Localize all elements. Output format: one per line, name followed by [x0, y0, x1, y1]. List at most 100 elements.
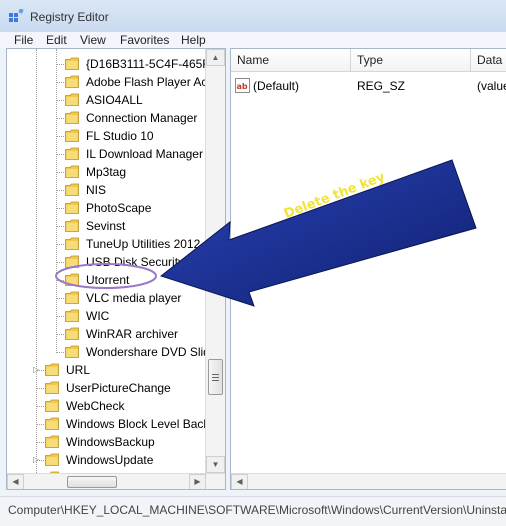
registry-editor-icon	[9, 9, 24, 22]
tree-connector	[57, 244, 64, 245]
folder-icon	[65, 309, 79, 322]
title-bar: Registry Editor	[0, 0, 506, 32]
tree-vertical-scrollbar[interactable]: ▲ ▼	[205, 49, 225, 473]
tree-node-label: TuneUp Utilities 2012	[86, 237, 201, 251]
folder-icon	[65, 57, 79, 70]
value-data: (value	[477, 79, 506, 93]
tree-node-label: UserPictureChange	[66, 381, 171, 395]
value-type: REG_SZ	[357, 79, 406, 93]
tree-node-label: URL	[66, 363, 91, 377]
tree-node-label: WindowsUpdate	[66, 453, 154, 467]
values-list[interactable]: Name Type Data ab (Default) REG_SZ (valu…	[230, 48, 506, 490]
tree-connector	[37, 424, 44, 425]
scroll-right-icon[interactable]: ▶	[189, 474, 206, 489]
tree-guide-line	[36, 49, 37, 479]
tree-node-label: {D16B3111-5C4F-465F-	[86, 57, 214, 71]
folder-icon	[65, 93, 79, 106]
tree-connector	[57, 334, 64, 335]
folder-icon	[65, 345, 79, 358]
list-scroll-left-icon[interactable]: ◀	[231, 474, 248, 489]
menu-bar: File Edit View Favorites Help	[0, 32, 506, 48]
folder-icon	[65, 147, 79, 160]
tree-connector	[37, 388, 44, 389]
tree-node-label: NIS	[86, 183, 107, 197]
tree-connector	[57, 190, 64, 191]
window-title: Registry Editor	[30, 10, 109, 24]
string-value-icon: ab	[235, 78, 250, 93]
scroll-left-icon[interactable]: ◀	[7, 474, 24, 489]
menu-edit[interactable]: Edit	[46, 33, 67, 47]
tree-connector	[57, 82, 64, 83]
tree-scroll-thumb[interactable]	[208, 359, 223, 395]
column-name[interactable]: Name	[231, 49, 351, 71]
tree-node-label: WIC	[86, 309, 110, 323]
column-type[interactable]: Type	[351, 49, 471, 71]
tree-connector	[57, 172, 64, 173]
tree-node-label: VLC media player	[86, 291, 182, 305]
tree-connector	[57, 136, 64, 137]
tree-connector	[57, 118, 64, 119]
tree-node-label: IL Download Manager	[86, 147, 203, 161]
tree-node-label: Wondershare DVD Slide	[86, 345, 217, 359]
folder-icon	[65, 255, 79, 268]
folder-icon	[65, 327, 79, 340]
tree-connector	[57, 262, 64, 263]
folder-icon	[65, 219, 79, 232]
tree-guide-line	[56, 49, 57, 353]
tree-node-label: ASIO4ALL	[86, 93, 143, 107]
list-horizontal-scrollbar[interactable]: ◀	[231, 473, 506, 489]
folder-icon	[45, 381, 59, 394]
tree-connector	[57, 298, 64, 299]
scroll-up-icon[interactable]: ▲	[206, 49, 225, 66]
tree-node-label: Mp3tag	[86, 165, 127, 179]
column-data[interactable]: Data	[471, 49, 506, 71]
registry-tree[interactable]: {D16B3111-5C4F-465F- Adobe Flash Player A…	[6, 48, 226, 490]
list-header: Name Type Data	[231, 49, 506, 72]
tree-node-label: WindowsBackup	[66, 435, 155, 449]
folder-icon	[65, 237, 79, 250]
folder-icon	[65, 165, 79, 178]
folder-icon	[45, 453, 59, 466]
tree-node-label: USB Disk Security	[86, 255, 185, 269]
tree-node-label: FL Studio 10	[86, 129, 154, 143]
folder-icon	[45, 399, 59, 412]
folder-icon	[45, 435, 59, 448]
tree-node-label: WinRAR archiver	[86, 327, 179, 341]
tree-connector	[57, 316, 64, 317]
registry-editor-window: Registry Editor File Edit View Favorites…	[0, 0, 506, 526]
tree-connector	[57, 64, 64, 65]
tree-connector	[57, 154, 64, 155]
svg-text:ab: ab	[237, 82, 248, 91]
folder-icon	[65, 273, 79, 286]
status-path: Computer\HKEY_LOCAL_MACHINE\SOFTWARE\Mic…	[8, 503, 506, 517]
menu-file[interactable]: File	[14, 33, 33, 47]
tree-node-label: Utorrent	[86, 273, 130, 287]
folder-icon	[65, 111, 79, 124]
menu-favorites[interactable]: Favorites	[120, 33, 169, 47]
tree-connector	[57, 226, 64, 227]
tree-node-label: Windows Block Level Back	[66, 417, 210, 431]
tree-connector	[37, 442, 44, 443]
folder-icon	[65, 129, 79, 142]
scroll-down-icon[interactable]: ▼	[206, 456, 225, 473]
tree-connector	[57, 280, 64, 281]
list-row[interactable]: ab (Default) REG_SZ (value	[231, 77, 506, 95]
folder-icon	[45, 417, 59, 430]
folder-icon	[65, 291, 79, 304]
folder-icon	[65, 183, 79, 196]
menu-view[interactable]: View	[80, 33, 106, 47]
tree-node-label: WebCheck	[66, 399, 125, 413]
folder-icon	[65, 75, 79, 88]
menu-help[interactable]: Help	[181, 33, 206, 47]
tree-node-label: Connection Manager	[86, 111, 198, 125]
tree-node-label: Sevinst	[86, 219, 126, 233]
tree-connector	[57, 352, 64, 353]
tree-connector	[57, 208, 64, 209]
folder-icon	[45, 363, 59, 376]
tree-hscroll-thumb[interactable]	[67, 476, 117, 488]
tree-horizontal-scrollbar[interactable]: ◀ ▶	[7, 473, 225, 489]
tree-node-label: Adobe Flash Player Act	[86, 75, 211, 89]
value-name: (Default)	[253, 79, 300, 93]
tree-node-label: PhotoScape	[86, 201, 152, 215]
tree-connector	[37, 406, 44, 407]
